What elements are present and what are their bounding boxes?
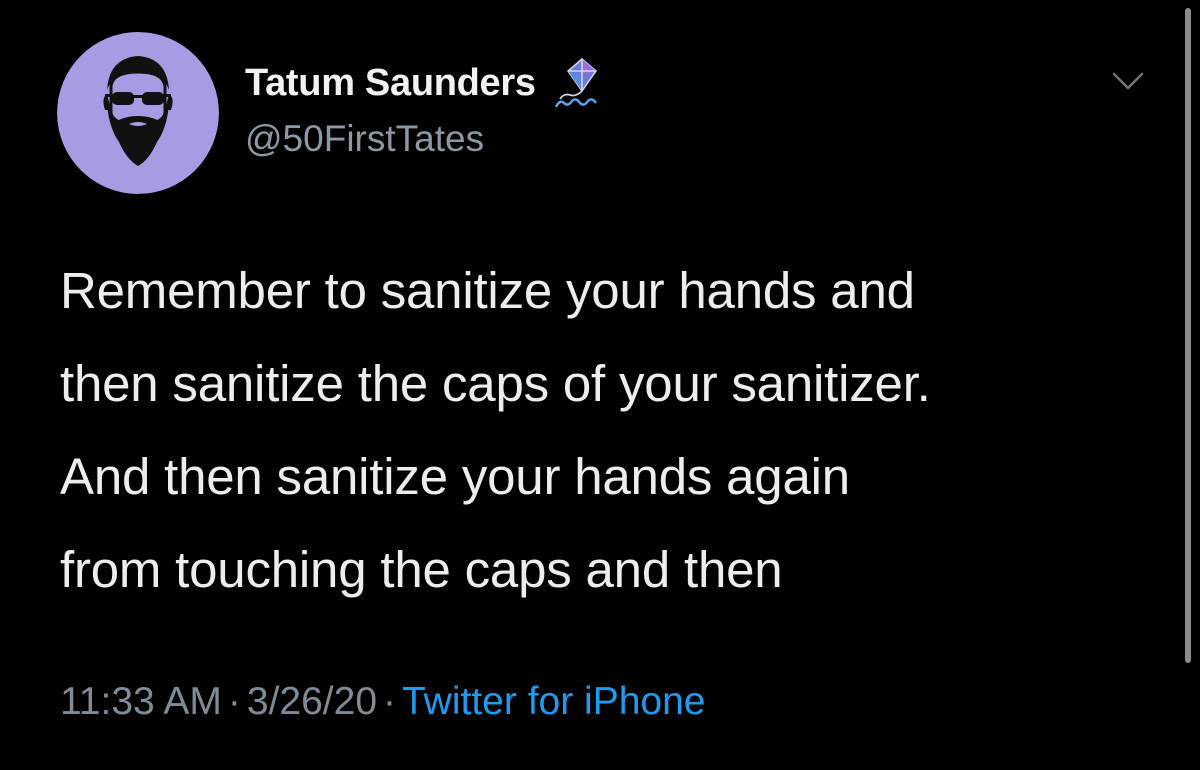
user-handle[interactable]: @50FirstTates xyxy=(245,118,484,160)
tweet-text: Remember to sanitize your hands and then… xyxy=(60,244,1160,616)
scrollbar[interactable] xyxy=(1185,8,1191,663)
tweet-card: Tatum Saunders @50FirstTates Remember to… xyxy=(0,0,1200,770)
tweet-text-line: Remember to sanitize your hands and xyxy=(60,262,915,319)
display-name-row: Tatum Saunders xyxy=(245,58,602,108)
tweet-text-line: then sanitize the caps of your sanitizer… xyxy=(60,355,931,412)
meta-separator: · xyxy=(383,680,397,723)
chevron-down-icon[interactable] xyxy=(1110,66,1146,96)
bearded-man-avatar-icon xyxy=(57,32,219,194)
kite-icon xyxy=(552,57,602,109)
tweet-meta: 11:33 AM · 3/26/20 · Twitter for iPhone xyxy=(60,680,705,724)
meta-separator: · xyxy=(227,680,241,723)
tweet-date: 3/26/20 xyxy=(246,680,378,723)
tweet-time: 11:33 AM xyxy=(60,680,222,723)
tweet-text-line: And then sanitize your hands again xyxy=(60,448,850,505)
tweet-text-line: from touching the caps and then xyxy=(60,541,783,598)
display-name[interactable]: Tatum Saunders xyxy=(245,62,536,105)
avatar[interactable] xyxy=(57,32,219,194)
tweet-source-link[interactable]: Twitter for iPhone xyxy=(402,680,705,723)
